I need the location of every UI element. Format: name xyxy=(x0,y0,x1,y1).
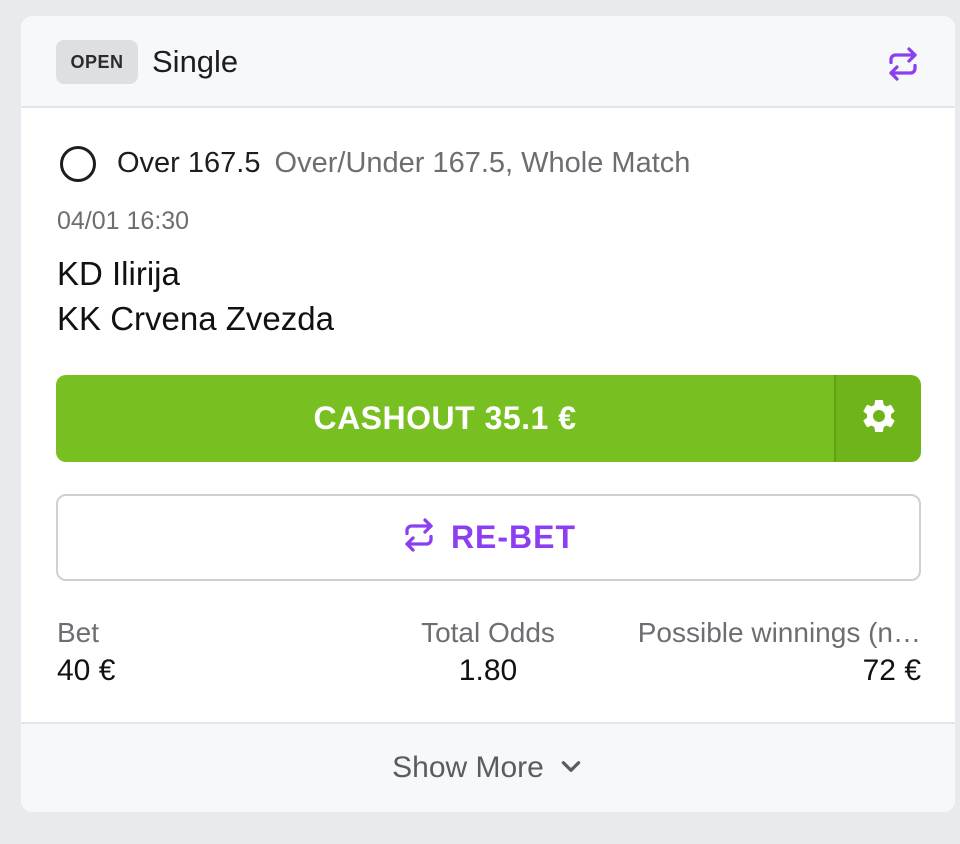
radio-unchecked-icon[interactable] xyxy=(60,146,96,182)
status-badge: OPEN xyxy=(56,40,138,84)
total-odds-label: Total Odds xyxy=(421,617,555,648)
bet-card: OPEN Single Over 167.5 Over/Under 167.5,… xyxy=(21,16,955,812)
bet-amount-value: 40 € xyxy=(57,654,116,687)
rebet-label: RE-BET xyxy=(450,519,577,555)
chevron-down-icon xyxy=(558,753,584,784)
bet-card-header: OPEN Single xyxy=(21,16,955,108)
away-team: KK Crvena Zvezda xyxy=(57,300,334,337)
rebet-arrows-icon[interactable] xyxy=(885,46,921,82)
market-name: Over/Under 167.5, Whole Match xyxy=(274,147,691,179)
selection-line: Over 167.5 Over/Under 167.5, Whole Match xyxy=(117,144,690,182)
selection-name: Over 167.5 xyxy=(117,147,261,179)
home-team: KD Ilirija xyxy=(57,255,180,292)
rebet-arrows-icon xyxy=(401,517,437,558)
show-more-button[interactable]: Show More xyxy=(21,722,955,812)
possible-winnings-label: Possible winnings (n… xyxy=(637,617,921,648)
bet-amount-label: Bet xyxy=(57,617,100,648)
gear-icon xyxy=(859,396,899,441)
cashout-button[interactable]: CASHOUT 35.1 € xyxy=(56,375,834,462)
event-datetime: 04/01 16:30 xyxy=(57,207,190,235)
bet-type-label: Single xyxy=(152,44,239,79)
total-odds-value: 1.80 xyxy=(458,654,518,687)
possible-winnings-value: 72 € xyxy=(862,654,921,687)
cashout-group: CASHOUT 35.1 € xyxy=(56,375,921,462)
cashout-settings-button[interactable] xyxy=(834,375,921,462)
rebet-button[interactable]: RE-BET xyxy=(56,494,921,581)
show-more-label: Show More xyxy=(392,751,544,784)
